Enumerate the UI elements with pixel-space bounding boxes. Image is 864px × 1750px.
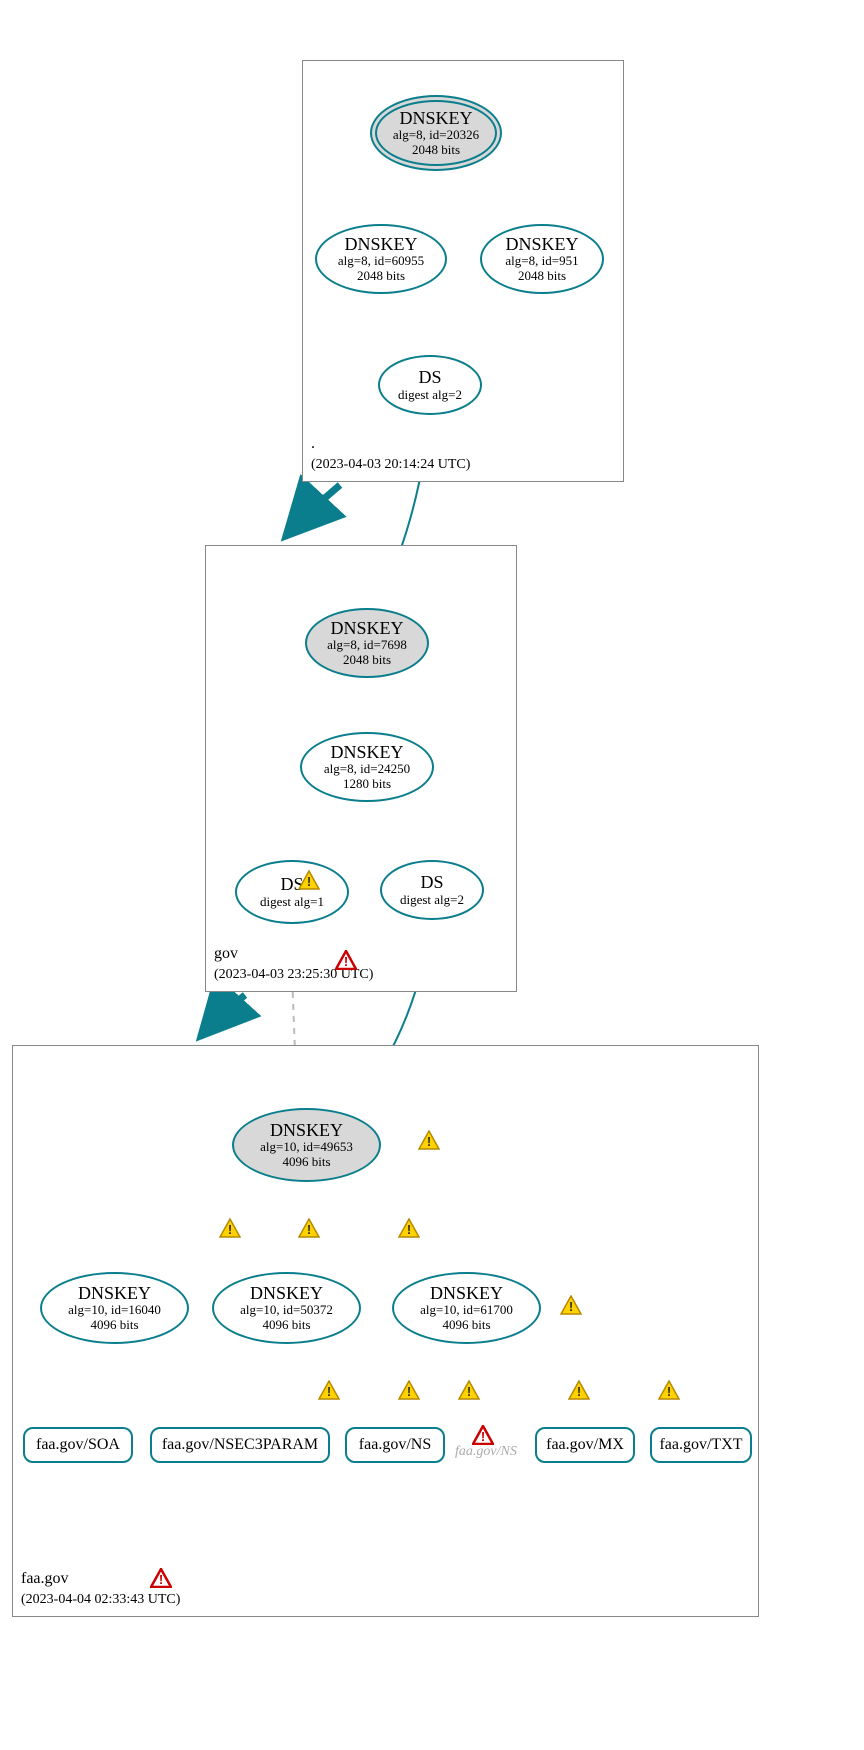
- node-header: DNSKEY: [330, 618, 403, 639]
- svg-text:!: !: [327, 1384, 331, 1399]
- zone-faa-ts: (2023-04-04 02:33:43 UTC): [21, 1592, 180, 1608]
- warning-icon: !: [560, 1295, 582, 1315]
- svg-text:!: !: [427, 1134, 431, 1149]
- error-icon: !: [150, 1568, 172, 1588]
- node-header: DNSKEY: [399, 108, 472, 129]
- node-sub1: alg=10, id=16040: [68, 1303, 161, 1318]
- warning-icon: !: [568, 1380, 590, 1400]
- node-sub1: alg=8, id=24250: [324, 762, 410, 777]
- node-sub2: 1280 bits: [343, 777, 391, 792]
- rrset-nsec3param[interactable]: faa.gov/NSEC3PARAM: [150, 1427, 330, 1463]
- warning-icon: !: [298, 870, 320, 890]
- rrset-txt[interactable]: faa.gov/TXT: [650, 1427, 752, 1463]
- svg-text:!: !: [307, 874, 311, 889]
- node-header: DNSKEY: [78, 1283, 151, 1304]
- node-header: DS: [420, 872, 443, 893]
- node-gov-ds1[interactable]: DS digest alg=1: [235, 860, 349, 924]
- node-header: DNSKEY: [250, 1283, 323, 1304]
- error-icon: !: [472, 1425, 494, 1445]
- svg-text:!: !: [569, 1299, 573, 1314]
- node-sub1: alg=10, id=50372: [240, 1303, 333, 1318]
- node-gov-ksk[interactable]: DNSKEY alg=8, id=7698 2048 bits: [305, 608, 429, 678]
- rrset-soa[interactable]: faa.gov/SOA: [23, 1427, 133, 1463]
- node-faa-ksk[interactable]: DNSKEY alg=10, id=49653 4096 bits: [232, 1108, 381, 1182]
- node-sub1: alg=8, id=60955: [338, 254, 424, 269]
- svg-text:!: !: [467, 1384, 471, 1399]
- warning-icon: !: [398, 1380, 420, 1400]
- zone-gov-label: gov: [214, 945, 238, 963]
- error-icon: !: [335, 950, 357, 970]
- svg-text:!: !: [407, 1222, 411, 1237]
- zone-faa-label: faa.gov: [21, 1570, 69, 1588]
- node-header: DNSKEY: [330, 742, 403, 763]
- node-header: DNSKEY: [430, 1283, 503, 1304]
- node-faa-key-50372[interactable]: DNSKEY alg=10, id=50372 4096 bits: [212, 1272, 361, 1344]
- node-sub2: 4096 bits: [282, 1155, 330, 1170]
- node-header: DNSKEY: [344, 234, 417, 255]
- svg-text:!: !: [577, 1384, 581, 1399]
- node-sub1: digest alg=2: [400, 893, 464, 908]
- node-sub2: 4096 bits: [262, 1318, 310, 1333]
- svg-text:!: !: [481, 1429, 485, 1444]
- node-gov-ds2[interactable]: DS digest alg=2: [380, 860, 484, 920]
- warning-icon: !: [219, 1218, 241, 1238]
- node-header: DS: [418, 367, 441, 388]
- node-sub1: alg=10, id=49653: [260, 1140, 353, 1155]
- rrset-ns[interactable]: faa.gov/NS: [345, 1427, 445, 1463]
- node-header: DNSKEY: [270, 1120, 343, 1141]
- node-faa-key-61700[interactable]: DNSKEY alg=10, id=61700 4096 bits: [392, 1272, 541, 1344]
- node-root-zsk-951[interactable]: DNSKEY alg=8, id=951 2048 bits: [480, 224, 604, 294]
- node-sub2: 4096 bits: [442, 1318, 490, 1333]
- node-sub1: alg=10, id=61700: [420, 1303, 513, 1318]
- zone-root-label: .: [311, 435, 315, 453]
- warning-icon: !: [318, 1380, 340, 1400]
- node-root-zsk-60955[interactable]: DNSKEY alg=8, id=60955 2048 bits: [315, 224, 447, 294]
- warning-icon: !: [658, 1380, 680, 1400]
- warning-icon: !: [398, 1218, 420, 1238]
- node-sub1: digest alg=2: [398, 388, 462, 403]
- node-faa-key-16040[interactable]: DNSKEY alg=10, id=16040 4096 bits: [40, 1272, 189, 1344]
- warning-icon: !: [458, 1380, 480, 1400]
- node-sub1: alg=8, id=7698: [327, 638, 407, 653]
- svg-text:!: !: [228, 1222, 232, 1237]
- node-sub1: digest alg=1: [260, 895, 324, 910]
- node-root-ksk[interactable]: DNSKEY alg=8, id=20326 2048 bits: [370, 95, 502, 171]
- node-gov-zsk[interactable]: DNSKEY alg=8, id=24250 1280 bits: [300, 732, 434, 802]
- node-sub1: alg=8, id=20326: [393, 128, 479, 143]
- svg-text:!: !: [407, 1384, 411, 1399]
- svg-text:!: !: [159, 1572, 163, 1587]
- node-sub1: alg=8, id=951: [505, 254, 578, 269]
- svg-text:!: !: [307, 1222, 311, 1237]
- rrset-ns-insecure: faa.gov/NS: [455, 1444, 517, 1460]
- node-sub2: 2048 bits: [343, 653, 391, 668]
- warning-icon: !: [298, 1218, 320, 1238]
- warning-icon: !: [418, 1130, 440, 1150]
- node-header: DNSKEY: [505, 234, 578, 255]
- node-sub2: 2048 bits: [357, 269, 405, 284]
- node-sub2: 4096 bits: [90, 1318, 138, 1333]
- zone-root-ts: (2023-04-03 20:14:24 UTC): [311, 457, 470, 473]
- svg-text:!: !: [667, 1384, 671, 1399]
- node-root-ds[interactable]: DS digest alg=2: [378, 355, 482, 415]
- node-sub2: 2048 bits: [412, 143, 460, 158]
- rrset-mx[interactable]: faa.gov/MX: [535, 1427, 635, 1463]
- node-sub2: 2048 bits: [518, 269, 566, 284]
- svg-text:!: !: [344, 954, 348, 969]
